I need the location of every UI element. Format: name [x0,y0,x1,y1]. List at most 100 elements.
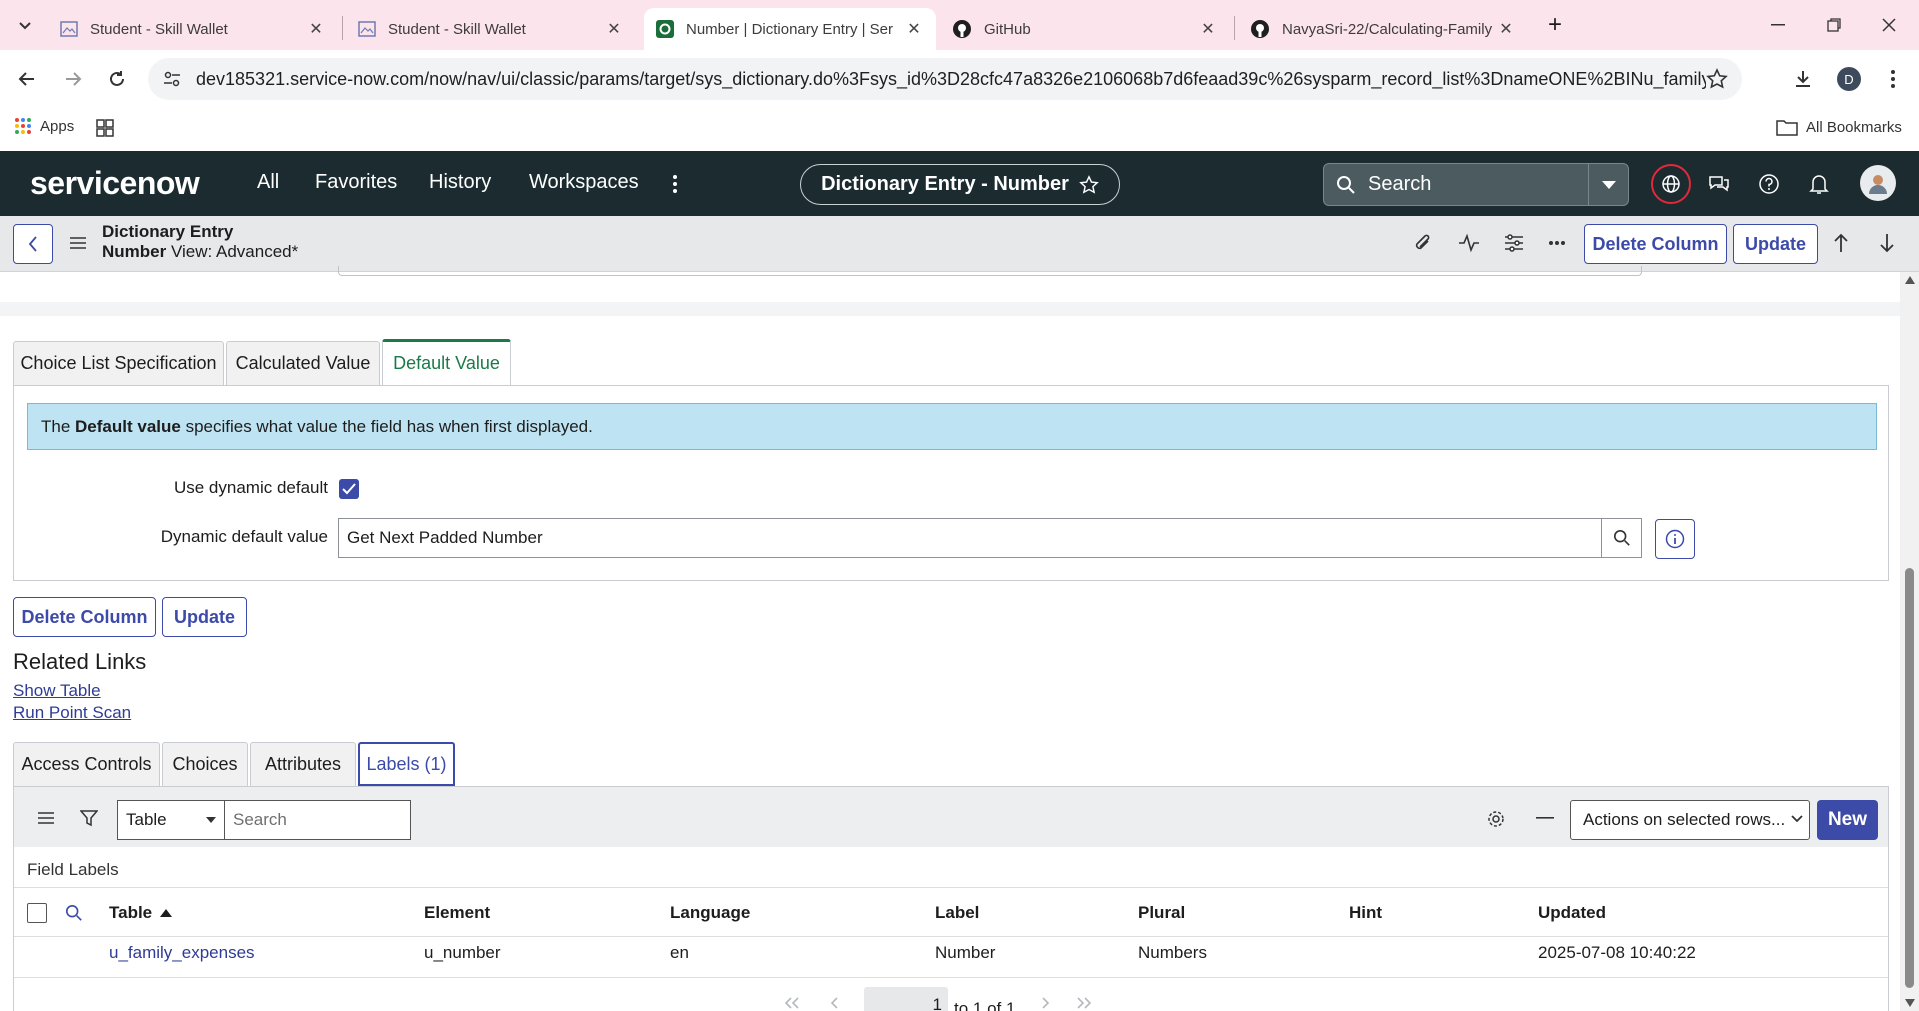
browser-tab-3[interactable]: Number | Dictionary Entry | Ser ✕ [644,8,936,50]
kebab-menu-icon[interactable] [1876,62,1910,96]
use-dynamic-default-checkbox[interactable] [339,479,359,499]
tab-attributes[interactable]: Attributes [250,742,356,786]
apps-bookmark[interactable]: Apps [14,117,74,135]
page-number-input[interactable]: 1 [864,987,948,1011]
tab-default-value[interactable]: Default Value [382,339,511,385]
info-icon[interactable] [1655,519,1695,559]
list-menu-icon[interactable] [38,811,54,825]
update-button[interactable]: Update [1733,224,1818,264]
scrollbar-thumb[interactable] [1905,568,1914,988]
column-header-updated[interactable]: Updated [1538,903,1606,923]
column-header-label-col[interactable]: Label [935,903,979,923]
column-header-language[interactable]: Language [670,903,750,923]
search-scope-dropdown-icon[interactable] [1588,164,1628,205]
close-icon[interactable]: ✕ [604,19,624,39]
list-search-input[interactable]: Search [225,800,411,840]
close-icon[interactable]: ✕ [1496,19,1516,39]
first-page-icon[interactable] [784,997,800,1009]
attachment-icon[interactable] [1413,232,1433,254]
more-options-icon[interactable] [1549,241,1565,245]
form-view-label[interactable]: View: Advanced* [171,242,298,261]
scroll-up-icon[interactable] [1905,276,1915,284]
scroll-down-icon[interactable] [1905,999,1915,1007]
all-bookmarks[interactable]: All Bookmarks [1776,118,1902,136]
dynamic-default-value-field[interactable]: Get Next Padded Number [338,518,1602,558]
address-bar[interactable]: dev185321.service-now.com/now/nav/ui/cla… [148,58,1742,100]
restore-icon[interactable] [1811,10,1857,40]
browser-tab-4[interactable]: GitHub ✕ [940,8,1230,50]
back-icon[interactable] [10,62,44,96]
actions-on-selected-rows-select[interactable]: Actions on selected rows... [1570,800,1810,840]
notifications-bell-icon[interactable] [1802,167,1836,201]
list-settings-gear-icon[interactable] [1486,809,1506,829]
close-icon[interactable]: ✕ [1198,19,1218,39]
filter-icon[interactable] [80,809,98,827]
show-table-link[interactable]: Show Table [13,681,101,701]
next-page-icon[interactable] [1042,997,1050,1009]
forward-icon[interactable] [56,62,90,96]
download-icon[interactable] [1786,62,1820,96]
cell-table-link[interactable]: u_family_expenses [109,943,255,963]
apps-grid-icon [15,118,31,134]
delete-column-button[interactable]: Delete Column [1584,224,1727,264]
nav-all[interactable]: All [257,171,279,194]
back-button[interactable] [13,224,53,264]
column-header-hint[interactable]: Hint [1349,903,1382,923]
lookup-search-icon[interactable] [1602,518,1642,558]
settings-sliders-icon[interactable] [1503,232,1525,254]
user-avatar[interactable] [1860,165,1896,201]
delete-column-button-bottom[interactable]: Delete Column [13,597,156,637]
close-icon[interactable]: ✕ [306,19,326,39]
close-icon[interactable]: ✕ [904,19,924,39]
browser-tab-5[interactable]: NavyaSri-22/Calculating-Family ✕ [1238,8,1528,50]
update-button-bottom[interactable]: Update [162,597,247,637]
profile-avatar[interactable]: D [1832,62,1866,96]
bookmark-star-icon[interactable] [1706,68,1728,90]
select-all-checkbox[interactable] [27,903,47,923]
previous-record-icon[interactable] [1833,233,1849,253]
nav-workspaces[interactable]: Workspaces [529,171,639,194]
chat-icon[interactable] [1702,167,1736,201]
nav-favorites[interactable]: Favorites [315,171,397,194]
tab-choices[interactable]: Choices [162,742,248,786]
last-page-icon[interactable] [1076,997,1092,1009]
reload-icon[interactable] [100,62,134,96]
hamburger-menu-icon[interactable] [70,236,86,250]
browser-tab-1[interactable]: Student - Skill Wallet ✕ [48,8,338,50]
tab-calculated-value[interactable]: Calculated Value [226,341,380,385]
minimize-icon[interactable] [1755,10,1801,40]
column-header-plural[interactable]: Plural [1138,903,1185,923]
search-field-select[interactable]: Table [117,800,225,840]
collapse-minus-icon[interactable] [1536,817,1554,819]
help-icon[interactable] [1752,167,1786,201]
more-menu-icon[interactable] [658,167,692,201]
column-header-table[interactable]: Table [109,903,173,923]
browser-tab-2[interactable]: Student - Skill Wallet ✕ [346,8,636,50]
global-search[interactable]: Search [1323,163,1629,206]
new-button[interactable]: New [1817,800,1878,840]
info-text-suffix: specifies what value the field has when … [180,416,593,436]
servicenow-logo[interactable]: servicenow [30,165,200,202]
context-title: Dictionary Entry - Number [821,173,1069,195]
favorite-star-icon[interactable] [1079,174,1099,195]
url-text[interactable]: dev185321.service-now.com/now/nav/ui/cla… [196,69,1706,90]
new-tab-icon[interactable]: + [1538,8,1572,42]
dropdown-caret-icon [206,817,216,823]
previous-page-icon[interactable] [830,997,838,1009]
tab-access-controls[interactable]: Access Controls [13,742,160,786]
next-record-icon[interactable] [1879,233,1895,253]
close-window-icon[interactable] [1866,10,1912,40]
page-scrollbar[interactable] [1900,272,1919,1011]
tab-choice-list-specification[interactable]: Choice List Specification [13,341,224,385]
activity-icon[interactable] [1458,232,1480,254]
globe-icon[interactable] [1651,164,1691,204]
run-point-scan-link[interactable]: Run Point Scan [13,703,131,723]
tab-groups-icon[interactable] [96,119,114,137]
context-title-pill[interactable]: Dictionary Entry - Number [800,164,1120,205]
nav-history[interactable]: History [429,171,491,194]
tab-labels[interactable]: Labels (1) [358,742,455,786]
column-search-icon[interactable] [65,904,83,922]
site-info-icon[interactable] [162,69,182,89]
tab-search-icon[interactable] [8,8,42,42]
column-header-element[interactable]: Element [424,903,490,923]
